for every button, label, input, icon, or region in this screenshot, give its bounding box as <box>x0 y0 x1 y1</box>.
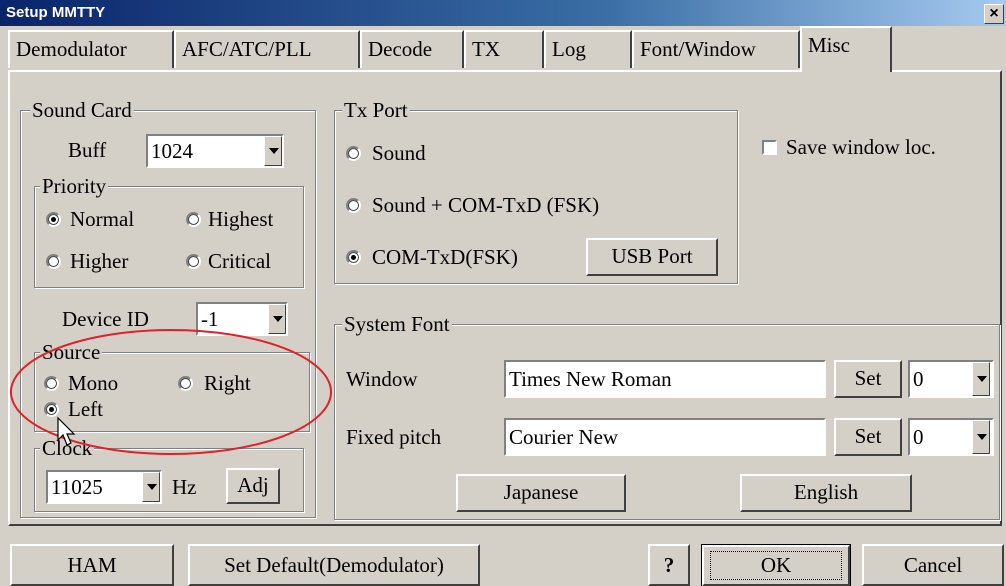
fixed-pitch-set-button[interactable]: Set <box>834 418 902 456</box>
tx-com-label: COM-TxD(FSK) <box>372 245 518 269</box>
window-charset-dropdown-icon[interactable] <box>972 362 990 396</box>
window-font-label: Window <box>346 367 418 391</box>
save-window-loc-checkbox[interactable] <box>762 140 777 155</box>
tx-sound-com-radio[interactable] <box>346 198 361 213</box>
fixed-pitch-font-input[interactable]: Courier New <box>504 418 826 456</box>
fixed-pitch-label: Fixed pitch <box>346 425 442 449</box>
tx-sound-radio[interactable] <box>346 146 361 161</box>
window-font-input[interactable]: Times New Roman <box>504 360 826 398</box>
japanese-button[interactable]: Japanese <box>456 474 626 512</box>
help-button[interactable]: ? <box>648 544 690 586</box>
cancel-button[interactable]: Cancel <box>862 544 1004 586</box>
usb-port-button[interactable]: USB Port <box>586 238 718 276</box>
tx-sound-label: Sound <box>372 141 426 165</box>
english-button[interactable]: English <box>740 474 912 512</box>
ok-button[interactable]: OK <box>701 544 851 586</box>
set-default-button[interactable]: Set Default(Demodulator) <box>188 544 480 586</box>
tx-port-legend: Tx Port <box>342 98 410 122</box>
ok-focus-rect <box>710 551 842 580</box>
system-font-legend: System Font <box>342 312 452 336</box>
tx-com-radio[interactable] <box>346 250 361 265</box>
ham-button[interactable]: HAM <box>10 544 174 586</box>
tx-sound-com-label: Sound + COM-TxD (FSK) <box>372 193 600 217</box>
save-window-loc-label: Save window loc. <box>786 135 936 159</box>
window-font-set-button[interactable]: Set <box>834 360 902 398</box>
tab-misc[interactable]: Misc <box>800 26 892 72</box>
fixed-charset-dropdown-icon[interactable] <box>972 420 990 454</box>
